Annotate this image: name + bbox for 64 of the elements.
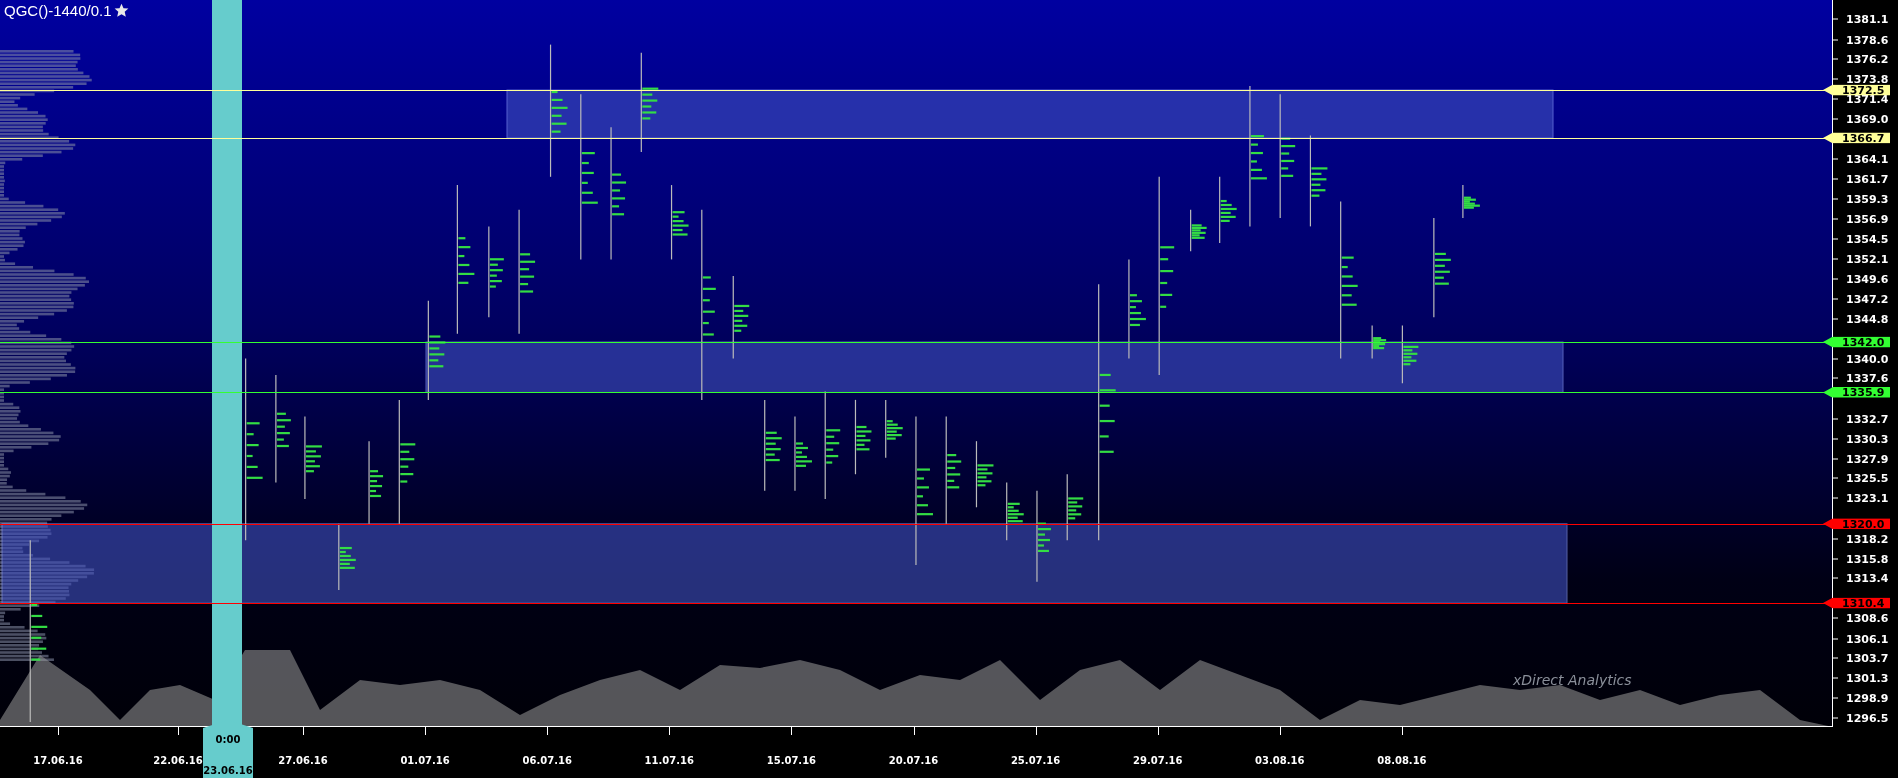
cursor-time: 0:00 (215, 734, 241, 745)
date-label: 11.07.16 (644, 755, 694, 766)
candlestick (338, 523, 356, 591)
date-label: 29.07.16 (1133, 755, 1183, 766)
price-level-tag: 1372.5 (1823, 84, 1891, 96)
candlestick (1006, 481, 1024, 541)
price-label: 1364.1 (1833, 154, 1889, 164)
candlestick (1462, 184, 1480, 219)
date-label: 15.07.16 (766, 755, 817, 766)
price-label: 1361.7 (1833, 174, 1889, 184)
price-label: 1303.7 (1833, 653, 1889, 663)
price-label: 1354.5 (1833, 234, 1889, 244)
candlestick (885, 399, 903, 459)
price-label: 1298.9 (1833, 693, 1889, 703)
price-label: 1371.4 (1833, 94, 1889, 104)
price-label: 1301.3 (1833, 673, 1889, 683)
price-label: 1330.3 (1833, 434, 1889, 444)
price-label: 1296.5 (1833, 713, 1889, 723)
date-label: 27.06.16 (278, 755, 328, 766)
candlestick (1371, 324, 1387, 360)
date-label: 25.07.16 (1010, 755, 1061, 766)
price-label: 1313.4 (1833, 573, 1889, 583)
price-level-tag: 1342.0 (1823, 336, 1891, 348)
candlestick (1066, 473, 1084, 541)
price-label: 1318.2 (1833, 534, 1889, 544)
candlestick (975, 440, 994, 508)
price-label: 1352.1 (1833, 254, 1889, 264)
price-label: 1332.7 (1833, 414, 1889, 424)
price-label: 1347.2 (1833, 294, 1889, 304)
price-label: 1373.8 (1833, 74, 1889, 84)
price-level-tag: 1335.9 (1823, 386, 1891, 398)
date-label: 01.07.16 (400, 755, 450, 766)
price-label: 1323.1 (1833, 493, 1889, 503)
price-label: 1337.6 (1833, 373, 1889, 383)
price-label: 1378.6 (1833, 35, 1889, 45)
price-label: 1325.5 (1833, 473, 1889, 483)
price-level-tag: 1366.7 (1823, 132, 1891, 144)
price-label: 1349.6 (1833, 274, 1889, 284)
date-label: 22.06.16 (153, 755, 203, 766)
date-label: 08.08.16 (1377, 755, 1427, 766)
price-label: 1306.1 (1833, 634, 1889, 644)
candlestick (1190, 209, 1207, 252)
date-label: 17.06.16 (33, 755, 83, 766)
price-label: 1381.1 (1833, 14, 1889, 24)
date-label: 06.07.16 (522, 755, 572, 766)
price-label: 1356.9 (1833, 214, 1889, 224)
chart-title: QGC()-1440/0.1 (4, 2, 112, 19)
star-icon[interactable] (113, 3, 129, 18)
price-label: 1359.3 (1833, 194, 1889, 204)
date-label: 03.08.16 (1255, 755, 1305, 766)
brand-text: xDirect Analytics (1513, 672, 1632, 688)
price-label: 1315.8 (1833, 554, 1889, 563)
price-level-tag: 1310.4 (1823, 597, 1891, 609)
price-level-tag: 1320.0 (1823, 518, 1891, 530)
cursor-date: 23.06.16 (203, 765, 253, 776)
date-label: 20.07.16 (888, 755, 939, 766)
price-label: 1344.8 (1833, 314, 1889, 324)
candlestick (1401, 324, 1419, 384)
price-label: 1340.0 (1833, 354, 1889, 364)
price-label: 1376.2 (1833, 54, 1889, 64)
price-label: 1308.6 (1833, 613, 1889, 623)
price-label: 1327.9 (1833, 454, 1889, 464)
price-label: 1369.0 (1833, 114, 1889, 124)
candlestick (1219, 176, 1237, 244)
